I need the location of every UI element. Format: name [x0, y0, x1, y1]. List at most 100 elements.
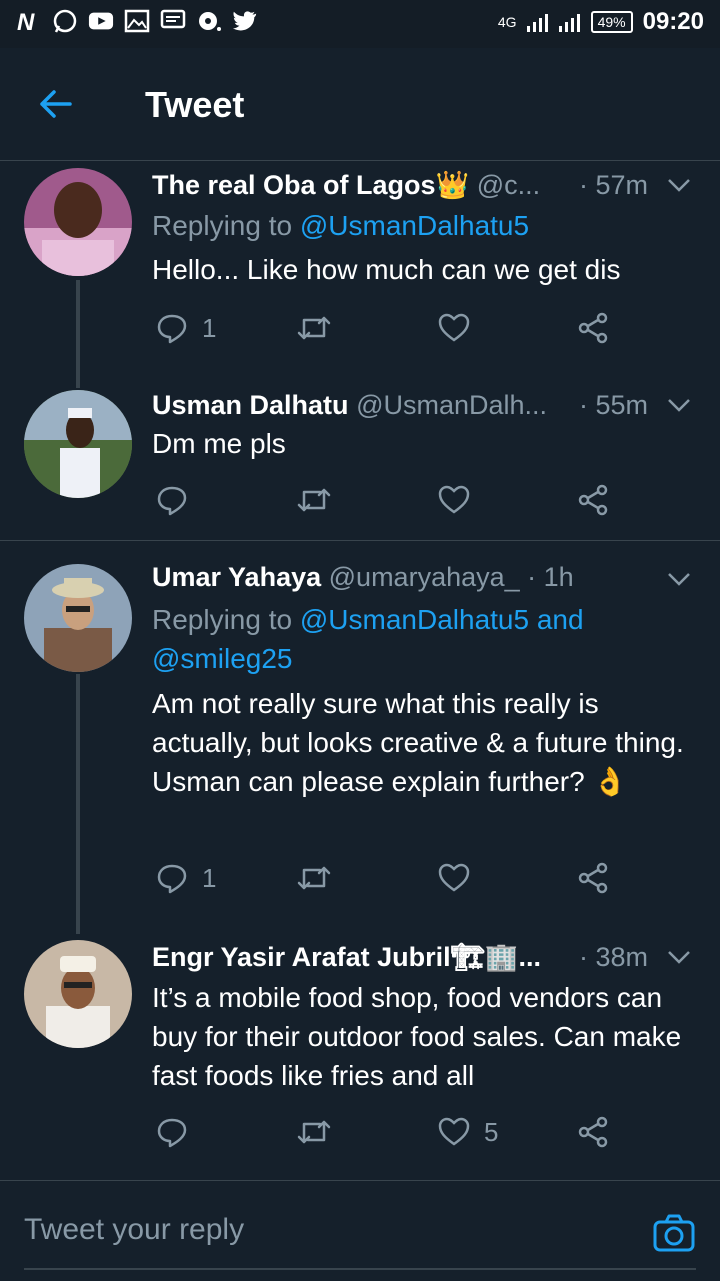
tweet-header: The real Oba of Lagos👑 @c... — [152, 168, 540, 202]
tweet-actions: 1 — [152, 860, 632, 896]
reply-button[interactable] — [156, 1114, 202, 1150]
tweet-text: Dm me pls — [152, 428, 286, 459]
timestamp: · 55m — [578, 390, 648, 420]
share-icon — [578, 862, 608, 894]
chevron-down-icon — [668, 179, 690, 192]
tweet-header: Engr Yasir Arafat Jubril🏗🏢... — [152, 940, 541, 974]
top-app-bar: Tweet — [0, 48, 720, 161]
avatar[interactable] — [24, 940, 132, 1048]
retweet-button[interactable] — [296, 1114, 332, 1150]
reply-count: 1 — [202, 312, 217, 343]
replying-prefix: Replying to — [152, 604, 300, 635]
share-button[interactable] — [578, 482, 610, 518]
tweet-header: Usman Dalhatu @UsmanDalh... — [152, 388, 547, 422]
tweet-menu-button[interactable] — [666, 566, 692, 592]
tweet-card[interactable]: The real Oba of Lagos👑 @c... · 57m Reply… — [0, 160, 720, 388]
chevron-down-icon — [668, 951, 690, 964]
username[interactable]: @umaryahaya_ — [329, 562, 520, 592]
retweet-icon — [297, 316, 331, 340]
display-name[interactable]: The real Oba of Lagos👑 — [152, 170, 469, 200]
composer-underline — [24, 1268, 696, 1270]
reply-input[interactable]: Tweet your reply — [24, 1213, 244, 1247]
thread-line — [76, 280, 80, 388]
reply-count: 1 — [202, 862, 217, 893]
share-button[interactable] — [578, 860, 610, 896]
tweet-text: Hello... Like how much can we get dis — [152, 254, 621, 285]
heart-icon — [438, 485, 470, 514]
reply-composer[interactable]: Tweet your reply — [0, 1180, 720, 1281]
back-arrow-icon — [40, 90, 72, 118]
notification-icons: N — [16, 8, 258, 34]
retweet-button[interactable] — [296, 860, 332, 896]
display-name[interactable]: Umar Yahaya — [152, 562, 321, 592]
tweet-actions: 5 — [152, 1114, 632, 1150]
tweet-menu-button[interactable] — [666, 392, 692, 418]
heart-icon — [438, 863, 470, 892]
chevron-down-icon — [668, 399, 690, 412]
replying-to: Replying to @UsmanDalhatu5 — [152, 206, 529, 245]
username[interactable]: @UsmanDalh... — [356, 390, 547, 420]
share-button[interactable] — [578, 1114, 610, 1150]
retweet-icon — [297, 1120, 331, 1144]
avatar[interactable] — [24, 168, 132, 276]
reply-mention-link[interactable]: @UsmanDalhatu5 — [300, 210, 529, 241]
chevron-down-icon — [668, 573, 690, 586]
page-title: Tweet — [145, 84, 245, 125]
thread-divider — [0, 540, 720, 541]
like-button[interactable] — [438, 310, 484, 346]
camera-button[interactable] — [652, 1211, 696, 1255]
heart-icon — [438, 1117, 470, 1146]
tweet-card[interactable]: Engr Yasir Arafat Jubril🏗🏢... · 38m It’s… — [0, 934, 720, 1170]
reply-button[interactable]: 1 — [156, 860, 216, 896]
replying-to: Replying to @UsmanDalhatu5 and @smileg25 — [152, 600, 672, 678]
reply-icon — [157, 1118, 187, 1148]
reply-icon — [157, 864, 187, 894]
timestamp: · 1h — [527, 562, 574, 592]
tweet-actions: 1 — [152, 310, 632, 346]
share-icon — [578, 312, 608, 344]
tweet-text: It’s a mobile food shop, food vendors ca… — [152, 982, 682, 1091]
network-type: 4G — [497, 14, 517, 30]
camera-icon — [653, 1214, 695, 1252]
tweet-menu-button[interactable] — [666, 944, 692, 970]
tweet-card[interactable]: Usman Dalhatu @UsmanDalh... · 55m Dm me … — [0, 380, 720, 540]
share-icon — [578, 1116, 608, 1148]
display-name[interactable]: Usman Dalhatu — [152, 390, 349, 420]
reply-icon — [157, 314, 187, 344]
tweet-menu-button[interactable] — [666, 172, 692, 198]
thread-line — [76, 674, 80, 934]
tweet-card[interactable]: Umar Yahaya @umaryahaya_ · 1h Replying t… — [0, 554, 720, 934]
gallery-icon — [124, 8, 150, 34]
battery-indicator: 49% — [590, 11, 633, 33]
retweet-icon — [297, 488, 331, 512]
reply-icon — [157, 486, 187, 516]
heart-icon — [438, 313, 470, 342]
youtube-icon — [88, 8, 114, 34]
timestamp: · 38m — [578, 942, 648, 972]
like-button[interactable] — [438, 860, 484, 896]
whatsapp-icon — [52, 8, 78, 34]
signal-icon — [526, 14, 548, 32]
avatar[interactable] — [24, 564, 132, 672]
display-name[interactable]: Engr Yasir Arafat Jubril🏗🏢... — [152, 942, 541, 972]
clock: 09:20 — [642, 8, 704, 35]
retweet-icon — [297, 866, 331, 890]
reply-button[interactable] — [156, 482, 202, 518]
tweet-header: Umar Yahaya @umaryahaya_ · 1h — [152, 560, 574, 594]
signal-icon-2 — [558, 14, 580, 32]
tweet-text: Am not really sure what this really is a… — [152, 688, 684, 797]
timestamp: · 57m — [578, 170, 648, 200]
message-icon — [160, 8, 186, 34]
username[interactable]: @c... — [477, 170, 540, 200]
reply-button[interactable]: 1 — [156, 310, 216, 346]
back-button[interactable] — [36, 84, 76, 124]
retweet-button[interactable] — [296, 310, 332, 346]
retweet-button[interactable] — [296, 482, 332, 518]
like-button[interactable]: 5 — [438, 1114, 498, 1150]
news-app-icon: N — [16, 8, 42, 34]
avatar[interactable] — [24, 390, 132, 498]
like-button[interactable] — [438, 482, 484, 518]
svg-text:N: N — [17, 9, 35, 34]
share-button[interactable] — [578, 310, 610, 346]
sync-icon — [196, 8, 222, 34]
